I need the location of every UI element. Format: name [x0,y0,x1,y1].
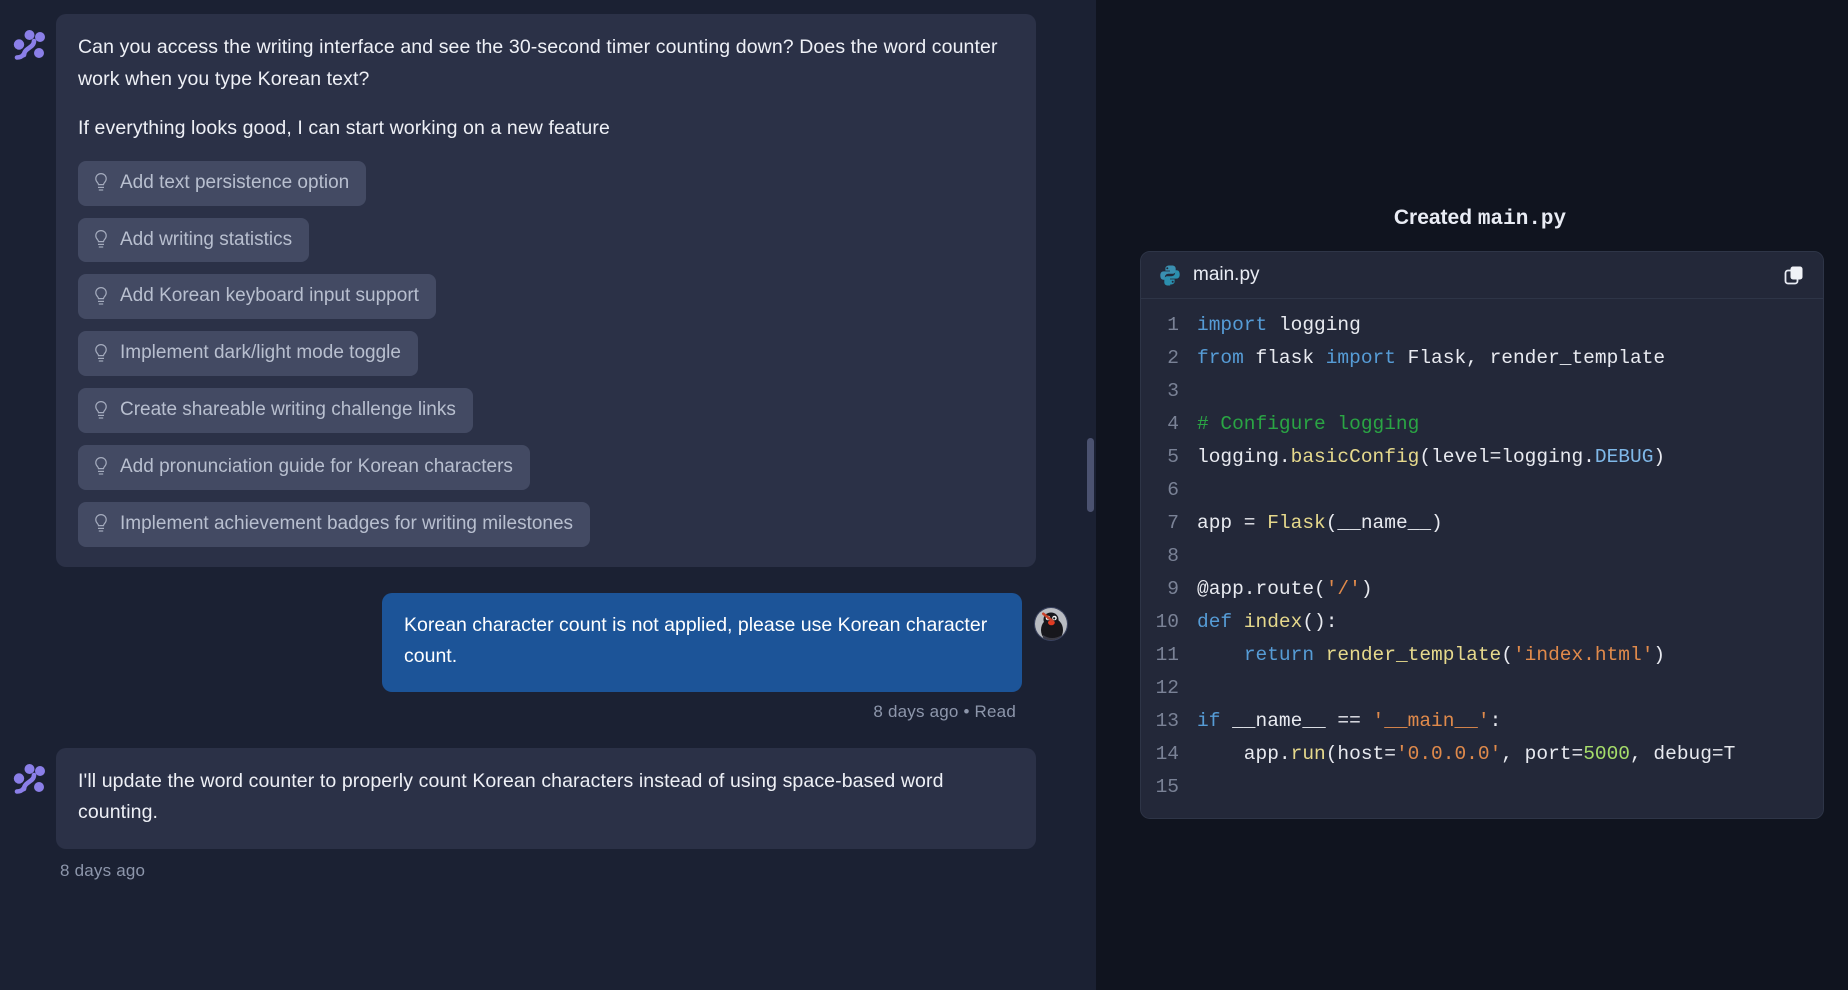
assistant-message-1: Can you access the writing interface and… [8,14,1072,567]
lightbulb-icon [95,457,107,475]
suggestion-button-6[interactable]: Implement achievement badges for writing… [78,501,591,547]
code-line-5: 5 logging.basicConfig(level=logging.DEBUG… [1141,441,1823,474]
user-bubble: Korean character count is not applied, p… [382,592,1022,692]
chat-scrollbar[interactable] [1087,438,1094,512]
assistant-logo-icon [13,763,45,794]
line-number: 6 [1167,479,1179,501]
chat-scroll-area[interactable]: Can you access the writing interface and… [0,0,1096,990]
copy-icon [1784,266,1803,285]
user-message-meta: 8 days ago • Read [873,701,1016,721]
user-message: Korean character count is not applied, p… [8,592,1072,692]
assistant-message-2-meta: 8 days ago [60,860,146,880]
assistant-bubble-2: I'll update the word counter to properly… [56,747,1036,849]
code-line-2: 2 from flask import Flask, render_templat… [1141,342,1823,375]
lightbulb-icon [95,286,107,305]
suggestion-button-0[interactable]: Add text persistence option [78,160,367,206]
suggestion-label-0: Add text persistence option [120,171,350,193]
assistant-logo-icon [13,30,45,60]
created-label: Created [1393,206,1473,229]
line-number: 13 [1155,710,1179,732]
assistant-message-2-text: I'll update the word counter to properly… [78,769,944,824]
python-icon [1160,265,1180,286]
suggestion-label-1: Add writing statistics [120,228,293,250]
line-number: 3 [1167,380,1179,402]
line-number: 5 [1167,446,1179,468]
suggestion-label-6: Implement achievement badges for writing… [120,512,574,534]
user-message-text: Korean character count is not applied, p… [404,613,988,668]
penguin-avatar-icon [1035,607,1067,640]
app-root: Can you access the writing interface and… [0,0,1848,990]
code-line-8: 8 [1141,540,1823,573]
suggestion-button-4[interactable]: Create shareable writing challenge links [78,388,473,433]
line-number: 7 [1167,512,1179,534]
line-number: 1 [1167,314,1179,336]
code-line-6: 6 [1141,474,1823,507]
code-line-14: 14 app.run(host='0.0.0.0', port=5000, de… [1141,738,1823,771]
suggestion-label-5: Add pronunciation guide for Korean chara… [120,455,513,477]
assistant-paragraph-1: Can you access the writing interface and… [78,36,998,90]
created-file-title: Created main.py [1112,206,1848,231]
copy-code-button[interactable] [1783,264,1805,286]
line-number: 11 [1155,644,1179,666]
assistant-paragraph-2: If everything looks good, I can start wo… [78,117,610,140]
code-line-13: 13 if __name__ == '__main__': [1141,705,1823,738]
line-number: 15 [1155,776,1179,798]
lightbulb-icon [95,229,107,248]
line-number: 12 [1155,677,1179,699]
line-number: 2 [1167,347,1179,369]
code-card-header: main.py [1141,252,1823,299]
lightbulb-icon [95,514,107,532]
suggestion-button-2[interactable]: Add Korean keyboard input support [78,274,436,320]
assistant-message-2: I'll update the word counter to properly… [8,747,1072,849]
chat-panel: Can you access the writing interface and… [0,0,1096,990]
code-line-3: 3 [1141,375,1823,408]
suggestion-list: Add text persistence option Add writing … [78,160,1014,547]
suggestion-button-1[interactable]: Add writing statistics [78,217,310,263]
lightbulb-icon [95,400,107,419]
code-line-4: 4 # Configure logging [1141,408,1823,441]
code-line-15: 15 [1141,771,1823,804]
code-text: 1 import logging 2 from flask import Flask,… [1141,309,1823,804]
suggestion-label-3: Implement dark/light mode toggle [120,342,401,364]
suggestion-label-4: Create shareable writing challenge links [120,399,456,421]
user-avatar[interactable] [1034,606,1068,641]
line-number: 10 [1155,611,1179,633]
panel-divider[interactable] [1096,0,1112,990]
assistant-bubble: Can you access the writing interface and… [56,14,1036,567]
code-card: main.py 1 import logging 2 from flask impor… [1140,251,1824,819]
suggestion-button-5[interactable]: Add pronunciation guide for Korean chara… [78,444,530,490]
line-number: 9 [1167,578,1179,600]
code-body[interactable]: 1 import logging 2 from flask import Flask,… [1141,299,1823,818]
suggestion-label-2: Add Korean keyboard input support [120,285,419,307]
code-filename-label: main.py [1193,264,1260,285]
code-panel: Created main.py main.py 1 import logging… [1112,0,1848,990]
line-number: 14 [1155,743,1179,765]
lightbulb-icon [95,173,107,191]
code-line-9: 9 @app.route('/') [1141,573,1823,606]
line-number: 8 [1167,545,1179,567]
suggestion-button-3[interactable]: Implement dark/light mode toggle [78,331,418,377]
code-line-12: 12 [1141,672,1823,705]
code-line-1: 1 import logging [1141,309,1823,342]
code-line-11: 11 return render_template('index.html') [1141,639,1823,672]
lightbulb-icon [95,343,107,362]
created-filename: main.py [1477,208,1567,231]
line-number: 4 [1167,413,1179,435]
code-line-7: 7 app = Flask(__name__) [1141,507,1823,540]
code-line-10: 10 def index(): [1141,606,1823,639]
